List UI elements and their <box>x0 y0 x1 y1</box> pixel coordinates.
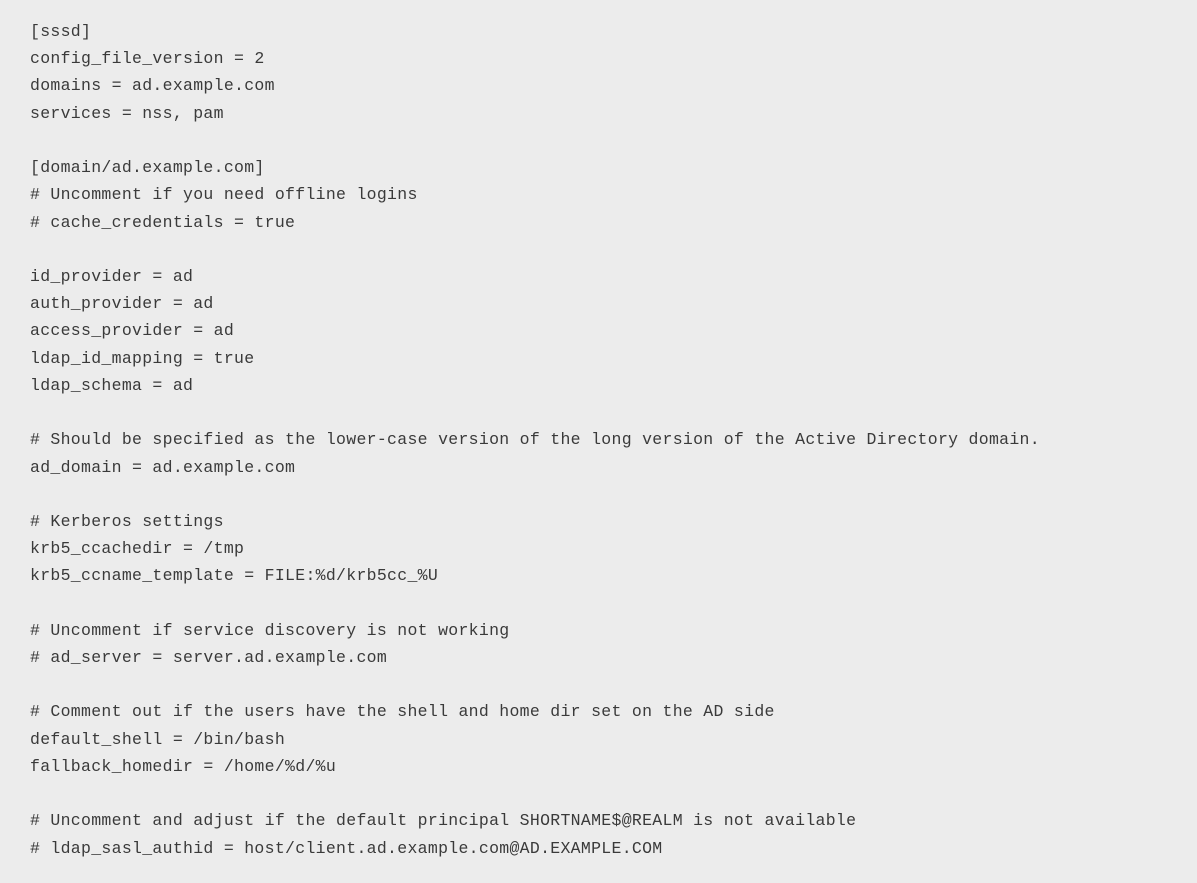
config-code-block: [sssd] config_file_version = 2 domains =… <box>30 18 1167 862</box>
